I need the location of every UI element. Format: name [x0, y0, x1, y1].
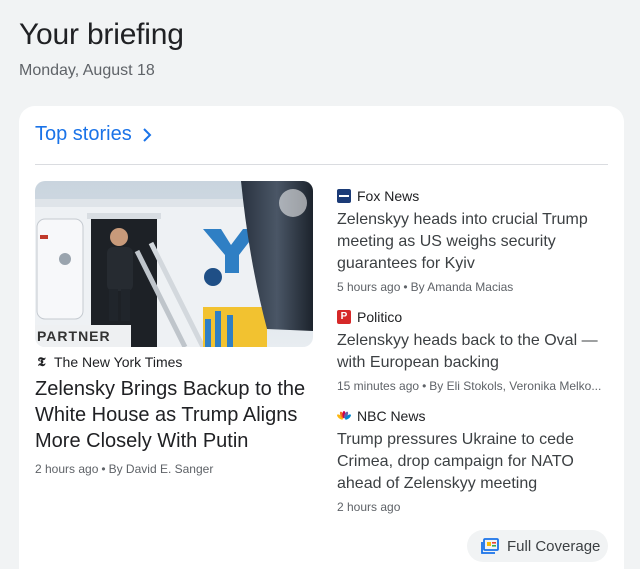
story-source-name: NBC News [357, 407, 426, 424]
story-headline[interactable]: Zelenskyy heads back to the Oval — with … [337, 330, 615, 374]
top-stories-link[interactable]: Top stories [35, 123, 152, 146]
hero-meta: 2 hours ago • By David E. Sanger [35, 462, 214, 476]
story-time: 15 minutes ago [337, 379, 420, 393]
briefing-title: Your briefing [19, 18, 184, 51]
story-time: 2 hours ago [337, 500, 401, 514]
hero-source[interactable]: 𝕿 The New York Times [35, 354, 183, 370]
chevron-right-icon [143, 127, 152, 142]
fox-news-logo-icon [337, 188, 351, 203]
top-stories-label: Top stories [35, 123, 132, 145]
briefing-date: Monday, August 18 [19, 62, 155, 79]
hero-image[interactable]: PARTNER [35, 181, 313, 347]
story-source-name: Fox News [357, 187, 420, 204]
story-byline: By Eli Stokols, Veronika Melko... [429, 379, 602, 393]
story-item: P Politico Zelenskyy heads back to the O… [337, 308, 615, 393]
nyt-logo-icon: 𝕿 [37, 354, 46, 370]
story-source-name: Politico [357, 308, 403, 325]
story-meta: 2 hours ago [337, 500, 615, 514]
story-byline: By Amanda Macias [410, 280, 514, 294]
divider [35, 164, 608, 165]
top-stories-card: Top stories PARTNER 𝕿 The New York Times… [19, 106, 624, 569]
nbc-peacock-logo-icon [337, 410, 351, 420]
full-coverage-button[interactable]: Full Coverage [467, 530, 608, 562]
story-meta: 5 hours ago • By Amanda Macias [337, 280, 514, 294]
story-source[interactable]: P Politico [337, 308, 615, 325]
svg-text:PARTNER: PARTNER [37, 328, 111, 344]
story-time: 5 hours ago [337, 280, 401, 294]
story-headline[interactable]: Zelenskyy heads into crucial Trump meeti… [337, 209, 615, 275]
story-source[interactable]: NBC News [337, 407, 615, 424]
full-coverage-icon [481, 538, 499, 554]
hero-byline: By David E. Sanger [108, 462, 214, 476]
hero-time: 2 hours ago [35, 462, 99, 476]
politico-logo-icon: P [337, 309, 351, 324]
story-headline[interactable]: Trump pressures Ukraine to cede Crimea, … [337, 429, 615, 495]
story-item: NBC News Trump pressures Ukraine to cede… [337, 407, 615, 515]
hero-headline[interactable]: Zelensky Brings Backup to the White Hous… [35, 376, 315, 454]
story-source[interactable]: Fox News [337, 187, 615, 204]
full-coverage-label: Full Coverage [507, 537, 601, 555]
story-item: Fox News Zelenskyy heads into crucial Tr… [337, 187, 615, 294]
story-meta: 15 minutes ago • By Eli Stokols, Veronika … [337, 379, 602, 393]
hero-source-name: The New York Times [54, 354, 183, 370]
